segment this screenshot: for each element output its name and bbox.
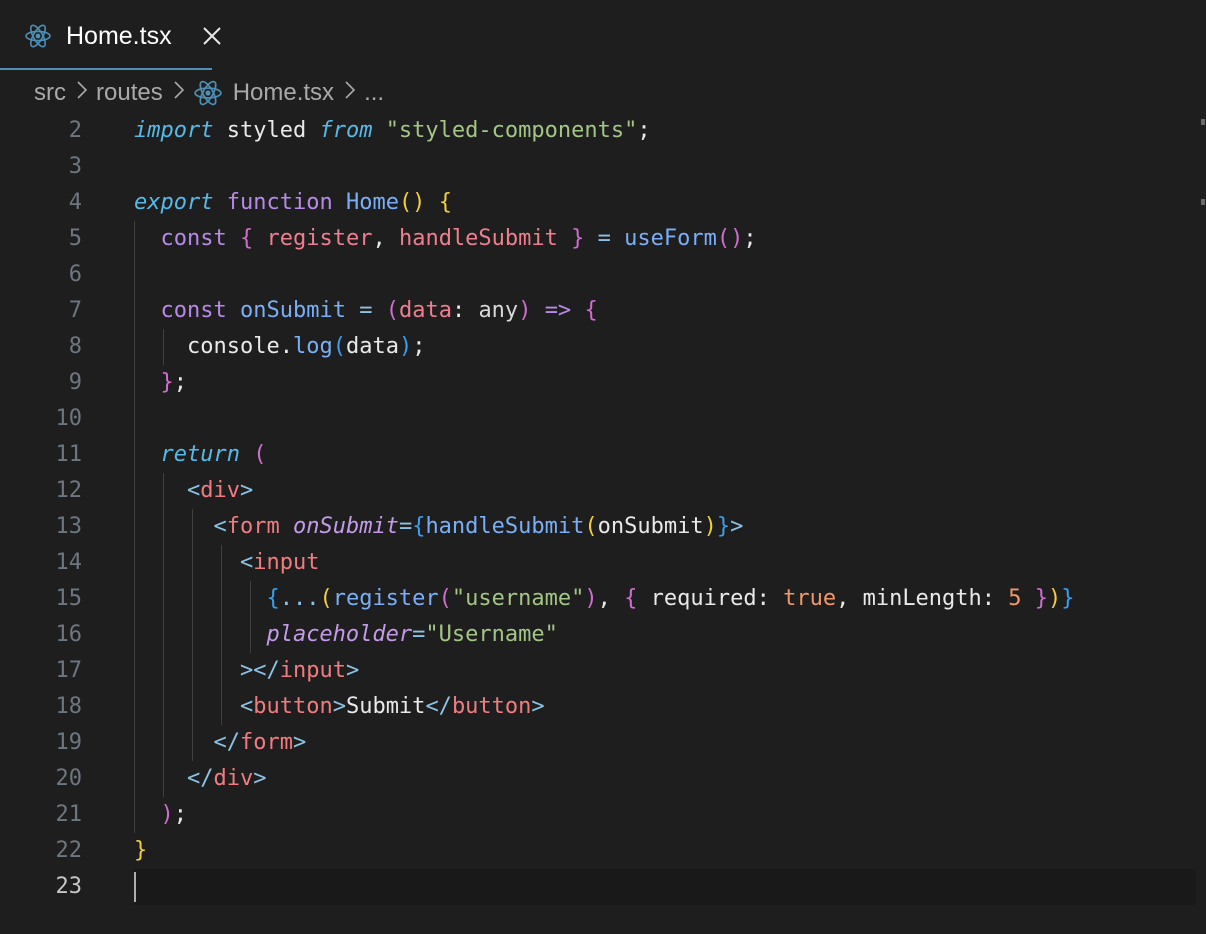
code-line[interactable]: 3 xyxy=(0,149,1206,185)
code-text: <form onSubmit={handleSubmit(onSubmit)}> xyxy=(213,514,744,539)
react-icon xyxy=(24,22,52,55)
line-number: 21 xyxy=(55,802,83,827)
code-text: placeholder="Username" xyxy=(266,622,558,647)
react-icon xyxy=(193,80,222,106)
code-line[interactable]: 9 }; xyxy=(0,365,1206,401)
line-number: 5 xyxy=(68,226,82,251)
line-number: 2 xyxy=(68,118,82,143)
line-number: 4 xyxy=(68,190,82,215)
line-number: 18 xyxy=(55,694,83,719)
code-line[interactable]: 17 ></input> xyxy=(0,653,1206,689)
line-number: 10 xyxy=(55,406,83,431)
code-text: <button>Submit</button> xyxy=(239,694,545,719)
line-number: 12 xyxy=(55,478,83,503)
code-text: import styled from "styled-components"; xyxy=(134,118,651,143)
code-text: return ( xyxy=(160,442,267,467)
line-number: 7 xyxy=(68,298,82,323)
tab-home-tsx[interactable]: Home.tsx xyxy=(0,0,221,70)
code-text: {...(register("username"), { required: t… xyxy=(266,586,1075,611)
code-line[interactable]: 15 {...(register("username"), { required… xyxy=(0,581,1206,617)
chevron-right-icon xyxy=(76,79,88,107)
breadcrumb: src routes Home.tsx ... xyxy=(34,76,384,110)
tab-label: Home.tsx xyxy=(66,22,172,50)
chevron-right-icon xyxy=(344,79,356,107)
breadcrumb-item-src[interactable]: src xyxy=(34,79,66,107)
code-line[interactable]: 13 <form onSubmit={handleSubmit(onSubmit… xyxy=(0,509,1206,545)
line-number: 3 xyxy=(68,154,82,179)
line-number: 8 xyxy=(68,334,82,359)
code-text: const { register, handleSubmit } = useFo… xyxy=(160,226,757,251)
line-number: 14 xyxy=(55,550,83,575)
code-line[interactable]: 4 export function Home() { xyxy=(0,185,1206,221)
code-line[interactable]: 20 </div> xyxy=(0,761,1206,797)
code-text: ></input> xyxy=(239,658,360,683)
text-cursor xyxy=(134,872,136,902)
line-number: 16 xyxy=(55,622,83,647)
breadcrumb-item-routes[interactable]: routes xyxy=(96,79,163,107)
line-number: 22 xyxy=(55,838,83,863)
breadcrumb-file-label: Home.tsx xyxy=(232,79,335,106)
code-text: ); xyxy=(160,802,188,827)
line-number: 11 xyxy=(55,442,83,467)
tab-bar: Home.tsx xyxy=(0,0,1206,70)
code-line[interactable]: 7 const onSubmit = (data: any) => { xyxy=(0,293,1206,329)
code-line[interactable]: 10 xyxy=(0,401,1206,437)
line-number: 20 xyxy=(55,766,83,791)
code-text: <div> xyxy=(186,478,254,503)
code-line[interactable]: 6 xyxy=(0,257,1206,293)
code-text: console.log(data); xyxy=(186,334,426,359)
code-line[interactable]: 2 import styled from "styled-components"; xyxy=(0,113,1206,149)
chevron-right-icon xyxy=(173,79,185,107)
code-text: }; xyxy=(160,370,188,395)
line-number: 17 xyxy=(55,658,83,683)
code-line[interactable]: 22} xyxy=(0,833,1206,869)
code-text: </form> xyxy=(213,730,307,755)
code-line[interactable]: 11 return ( xyxy=(0,437,1206,473)
code-editor[interactable]: 2 import styled from "styled-components";… xyxy=(0,113,1206,934)
code-text: <input xyxy=(239,550,320,575)
code-line[interactable]: 16 placeholder="Username" xyxy=(0,617,1206,653)
code-text: } xyxy=(134,838,148,863)
code-line[interactable]: 8 console.log(data); xyxy=(0,329,1206,365)
code-text: export function Home() { xyxy=(134,190,452,215)
line-number: 9 xyxy=(68,370,82,395)
code-line[interactable]: 21 ); xyxy=(0,797,1206,833)
code-line[interactable]: 19 </form> xyxy=(0,725,1206,761)
code-line[interactable]: 23 xyxy=(0,869,1206,905)
code-line[interactable]: 5 const { register, handleSubmit } = use… xyxy=(0,221,1206,257)
breadcrumb-item-file[interactable]: Home.tsx xyxy=(193,78,334,108)
line-number: 6 xyxy=(68,262,82,287)
line-number: 13 xyxy=(55,514,83,539)
close-icon[interactable] xyxy=(200,24,224,48)
code-line[interactable]: 12 <div> xyxy=(0,473,1206,509)
line-number: 15 xyxy=(55,586,83,611)
breadcrumb-item-more[interactable]: ... xyxy=(364,79,384,107)
line-number: 23 xyxy=(55,874,83,899)
code-text: </div> xyxy=(186,766,267,791)
line-number: 19 xyxy=(55,730,83,755)
code-line[interactable]: 14 <input xyxy=(0,545,1206,581)
code-text: const onSubmit = (data: any) => { xyxy=(160,298,598,323)
code-line[interactable]: 18 <button>Submit</button> xyxy=(0,689,1206,725)
